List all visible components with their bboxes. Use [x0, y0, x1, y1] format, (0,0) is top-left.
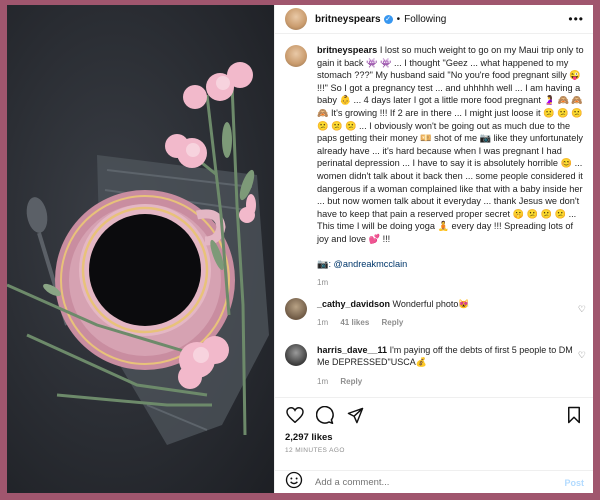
- share-icon[interactable]: [345, 405, 365, 425]
- post-header: britneyspears ✓ • Following •••: [275, 5, 593, 34]
- caption-avatar[interactable]: [285, 45, 307, 67]
- photo-illustration: [7, 62, 269, 445]
- add-comment-bar: Post: [275, 470, 593, 493]
- post-comment-button[interactable]: Post: [564, 478, 584, 488]
- caption: britneyspears I lost so much weight to g…: [275, 34, 593, 290]
- comment-username[interactable]: _cathy_davidson: [317, 299, 390, 309]
- verified-badge-icon: ✓: [383, 14, 393, 24]
- author-avatar[interactable]: [285, 8, 307, 30]
- post-modal: britneyspears ✓ • Following ••• britneys…: [7, 5, 593, 493]
- header-separator: •: [396, 13, 401, 25]
- photo-credit-link[interactable]: 📷: @andreakmcclain: [317, 258, 584, 271]
- reply-button[interactable]: Reply: [340, 377, 362, 386]
- post-photo[interactable]: [7, 5, 274, 493]
- comment-body: harris_dave__11 I'm paying off the debts…: [317, 344, 579, 389]
- comment-meta: 1m Reply: [317, 376, 579, 389]
- author-username[interactable]: britneyspears: [315, 14, 381, 25]
- comment-meta: 1m 41 likes Reply: [317, 317, 579, 330]
- reply-button[interactable]: Reply: [382, 318, 404, 327]
- post-timestamp: 12 MINUTES AGO: [285, 447, 345, 454]
- comment-item: _cathy_davidson Wonderful photo😻 1m 41 l…: [275, 290, 593, 330]
- following-button[interactable]: Following: [404, 14, 446, 25]
- comment-username[interactable]: harris_dave__11: [317, 345, 387, 355]
- comment-time: 1m: [317, 376, 329, 386]
- comment-like-icon[interactable]: ♡: [578, 350, 586, 361]
- comment-item: harris_dave__11 I'm paying off the debts…: [275, 330, 593, 389]
- comments-list[interactable]: britneyspears I lost so much weight to g…: [275, 34, 593, 396]
- comment-likes[interactable]: 41 likes: [340, 318, 369, 327]
- comment-time: 1m: [317, 318, 329, 328]
- caption-time: 1m: [317, 278, 329, 288]
- more-options-icon[interactable]: •••: [568, 12, 584, 26]
- action-bar: [275, 397, 593, 432]
- comment-like-icon[interactable]: ♡: [578, 304, 586, 315]
- bookmark-icon[interactable]: [564, 405, 584, 425]
- post-sidebar: britneyspears ✓ • Following ••• britneys…: [274, 5, 593, 493]
- caption-username[interactable]: britneyspears: [317, 45, 377, 55]
- comment-body: _cathy_davidson Wonderful photo😻 1m 41 l…: [317, 298, 579, 330]
- comment-text: Wonderful photo😻: [392, 298, 470, 309]
- comment-input[interactable]: [313, 476, 547, 489]
- heart-icon[interactable]: [285, 405, 305, 425]
- caption-body: britneyspears I lost so much weight to g…: [317, 44, 584, 290]
- emoji-icon[interactable]: [285, 471, 303, 493]
- commenter-avatar[interactable]: [285, 297, 307, 320]
- commenter-avatar[interactable]: [285, 343, 307, 366]
- likes-count[interactable]: 2,297 likes: [285, 432, 333, 443]
- caption-text: I lost so much weight to go on my Maui t…: [317, 45, 584, 244]
- comment-icon[interactable]: [315, 405, 335, 425]
